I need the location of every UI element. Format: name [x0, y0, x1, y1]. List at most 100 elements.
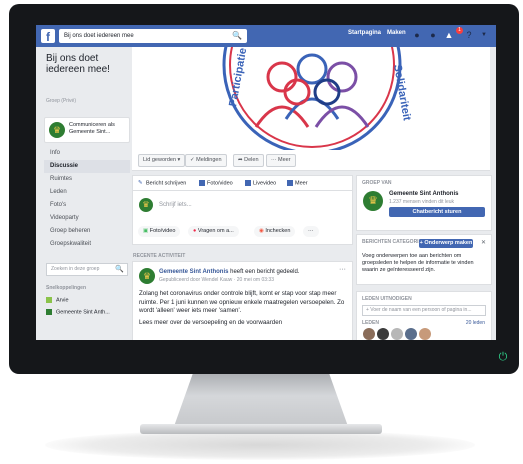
- pill-ask-recommendations[interactable]: ● Vragen om a...: [188, 226, 239, 237]
- search-icon[interactable]: 🔍: [232, 29, 242, 43]
- composer-tab-label: Foto/video: [207, 180, 233, 187]
- group-privacy: Groep (Privé): [46, 98, 77, 104]
- notifications-icon[interactable]: ▲: [444, 30, 454, 40]
- send-message-button[interactable]: Chatbericht sturen: [389, 207, 485, 217]
- search-value: Bij ons doet iedereen mee: [64, 33, 134, 39]
- invite-card-title: LEDEN UITNODIGEN: [362, 296, 412, 302]
- group-search-placeholder: Zoeken in deze groep: [51, 266, 100, 272]
- member-avatar[interactable]: [405, 328, 417, 340]
- joined-label: Lid geworden: [143, 157, 177, 163]
- owner-avatar[interactable]: ♛: [363, 191, 383, 211]
- post-options-icon[interactable]: ···: [339, 266, 346, 273]
- pill-photo-video[interactable]: ▣ Foto/video: [138, 226, 181, 237]
- composer-tab-live[interactable]: Livevideo: [245, 180, 276, 186]
- owner-likes: 1.237 mensen vinden dit leuk: [389, 199, 455, 205]
- pill-check-in[interactable]: ◉ Inchecken: [254, 226, 296, 237]
- menu-item-manage-group[interactable]: Groep beheren: [44, 225, 130, 238]
- pill-label: Vragen om a...: [197, 228, 234, 234]
- composer-tab-more[interactable]: Meer: [287, 180, 308, 186]
- menu-item-photos[interactable]: Foto's: [44, 199, 130, 212]
- shortcut-label: Gemeente Sint Anth...: [56, 309, 110, 316]
- notifications-label: Meldingen: [196, 157, 222, 163]
- composer-avatar: ♛: [139, 198, 153, 212]
- group-action-bar: Lid geworden ▾ ✓ Meldingen ➦ Delen ··· M…: [132, 150, 490, 171]
- group-cover-photo[interactable]: Participatie Solidariteit: [132, 47, 490, 150]
- menu-item-group-quality[interactable]: Groepskwaliteit: [44, 238, 130, 251]
- more-button[interactable]: ··· Meer: [266, 154, 296, 167]
- power-icon: ⏻: [498, 351, 508, 363]
- nav-link-home[interactable]: Startpagina: [348, 30, 381, 36]
- group-search-input[interactable]: Zoeken in deze groep 🔍: [46, 263, 128, 276]
- members-count[interactable]: 20 leden: [466, 320, 485, 326]
- post-composer: ✎ Bericht schrijven Foto/video Livevideo …: [132, 175, 353, 245]
- monitor-screen: f Bij ons doet iedereen mee 🔍 Startpagin…: [36, 25, 496, 340]
- facebook-top-bar: f Bij ons doet iedereen mee 🔍 Startpagin…: [36, 25, 496, 47]
- account-menu-icon[interactable]: ▼: [479, 30, 489, 40]
- facebook-logo-icon[interactable]: f: [41, 29, 55, 44]
- monitor-shadow: [45, 430, 475, 460]
- pill-label: Inchecken: [265, 228, 291, 234]
- search-input[interactable]: Bij ons doet iedereen mee 🔍: [59, 29, 247, 43]
- menu-item-rooms[interactable]: Ruimtes: [44, 173, 130, 186]
- menu-item-discussion[interactable]: Discussie: [44, 160, 130, 173]
- notification-badge: 1: [456, 27, 463, 34]
- friends-icon[interactable]: ●: [412, 30, 422, 40]
- location-icon: ◉: [259, 228, 264, 234]
- post-body-text: Zolang het coronavirus onder controle bl…: [139, 290, 345, 315]
- member-avatar[interactable]: [363, 328, 375, 340]
- acting-as-selector[interactable]: ♛ Communiceren als Gemeente Sint...: [44, 117, 130, 143]
- page-avatar: ♛: [49, 122, 65, 138]
- post-read-more[interactable]: Lees meer over de versoepeling en de voo…: [139, 319, 345, 328]
- composer-tab-write[interactable]: ✎ Bericht schrijven: [138, 180, 186, 186]
- more-label: Meer: [278, 157, 291, 163]
- group-title[interactable]: Bij ons doet iedereen mee!: [46, 53, 130, 75]
- post-author[interactable]: Gemeente Sint Anthonis: [159, 269, 228, 275]
- share-label: Delen: [244, 157, 259, 163]
- menu-item-info[interactable]: Info: [44, 147, 130, 160]
- group-menu: Info Discussie Ruimtes Leden Foto's Vide…: [44, 147, 130, 251]
- invite-members-card: LEDEN UITNODIGEN + Voer de naam van een …: [356, 291, 492, 340]
- cover-illustration: Participatie Solidariteit: [222, 47, 413, 150]
- menu-item-watch-party[interactable]: Videoparty: [44, 212, 130, 225]
- feed-post: ♛ Gemeente Sint Anthonis heeft een beric…: [132, 261, 353, 340]
- invite-placeholder: + Voer de naam van een persoon of pagina…: [366, 307, 472, 313]
- joined-button[interactable]: Lid geworden ▾: [138, 154, 186, 167]
- pill-label: Foto/video: [149, 228, 176, 234]
- owner-name[interactable]: Gemeente Sint Anthonis: [389, 191, 458, 197]
- shortcut-label: Arvie: [56, 297, 69, 304]
- shortcut-icon: [46, 297, 52, 303]
- acting-as-label: Communiceren als Gemeente Sint...: [69, 122, 115, 135]
- monitor-stand: [172, 372, 350, 432]
- group-left-sidebar: Bij ons doet iedereen mee! Groep (Privé)…: [36, 47, 130, 340]
- composer-tab-photo[interactable]: Foto/video: [199, 180, 233, 186]
- member-avatar[interactable]: [391, 328, 403, 340]
- composer-input[interactable]: Schrijf iets...: [159, 202, 192, 208]
- share-button[interactable]: ➦ Delen: [233, 154, 264, 167]
- post-author-avatar[interactable]: ♛: [139, 268, 155, 284]
- invite-input[interactable]: + Voer de naam van een persoon of pagina…: [362, 305, 486, 316]
- composer-divider: [133, 190, 352, 191]
- create-topic-button[interactable]: + Onderwerp maken: [419, 239, 473, 248]
- live-video-icon: [245, 180, 251, 186]
- search-icon[interactable]: 🔍: [111, 264, 124, 275]
- menu-item-members[interactable]: Leden: [44, 186, 130, 199]
- nav-link-create[interactable]: Maken: [387, 30, 406, 36]
- shortcuts-title: Snelkoppelingen: [46, 285, 87, 291]
- group-owner-card: GROEP VAN ♛ Gemeente Sint Anthonis 1.237…: [356, 175, 492, 231]
- post-meta: Gepubliceerd door Wendel Kauw · 20 mei o…: [159, 277, 274, 283]
- member-avatar[interactable]: [419, 328, 431, 340]
- notifications-button[interactable]: ✓ Meldingen: [185, 154, 227, 167]
- photo-icon: ▣: [143, 228, 149, 234]
- member-avatar[interactable]: [377, 328, 389, 340]
- messenger-icon[interactable]: ●: [428, 30, 438, 40]
- shortcut-item[interactable]: Arvie: [46, 297, 69, 303]
- shortcut-item[interactable]: Gemeente Sint Anth...: [46, 309, 110, 315]
- help-icon[interactable]: ?: [464, 30, 474, 40]
- composer-tab-label: Meer: [295, 180, 308, 187]
- pill-more[interactable]: ···: [303, 226, 319, 237]
- post-header: Gemeente Sint Anthonis heeft een bericht…: [159, 268, 339, 276]
- topics-description: Voeg onderwerpen toe aan berichten om gr…: [362, 253, 474, 273]
- close-icon[interactable]: ✕: [481, 239, 486, 246]
- members-label: LEDEN: [362, 320, 379, 326]
- photo-icon: [199, 180, 205, 186]
